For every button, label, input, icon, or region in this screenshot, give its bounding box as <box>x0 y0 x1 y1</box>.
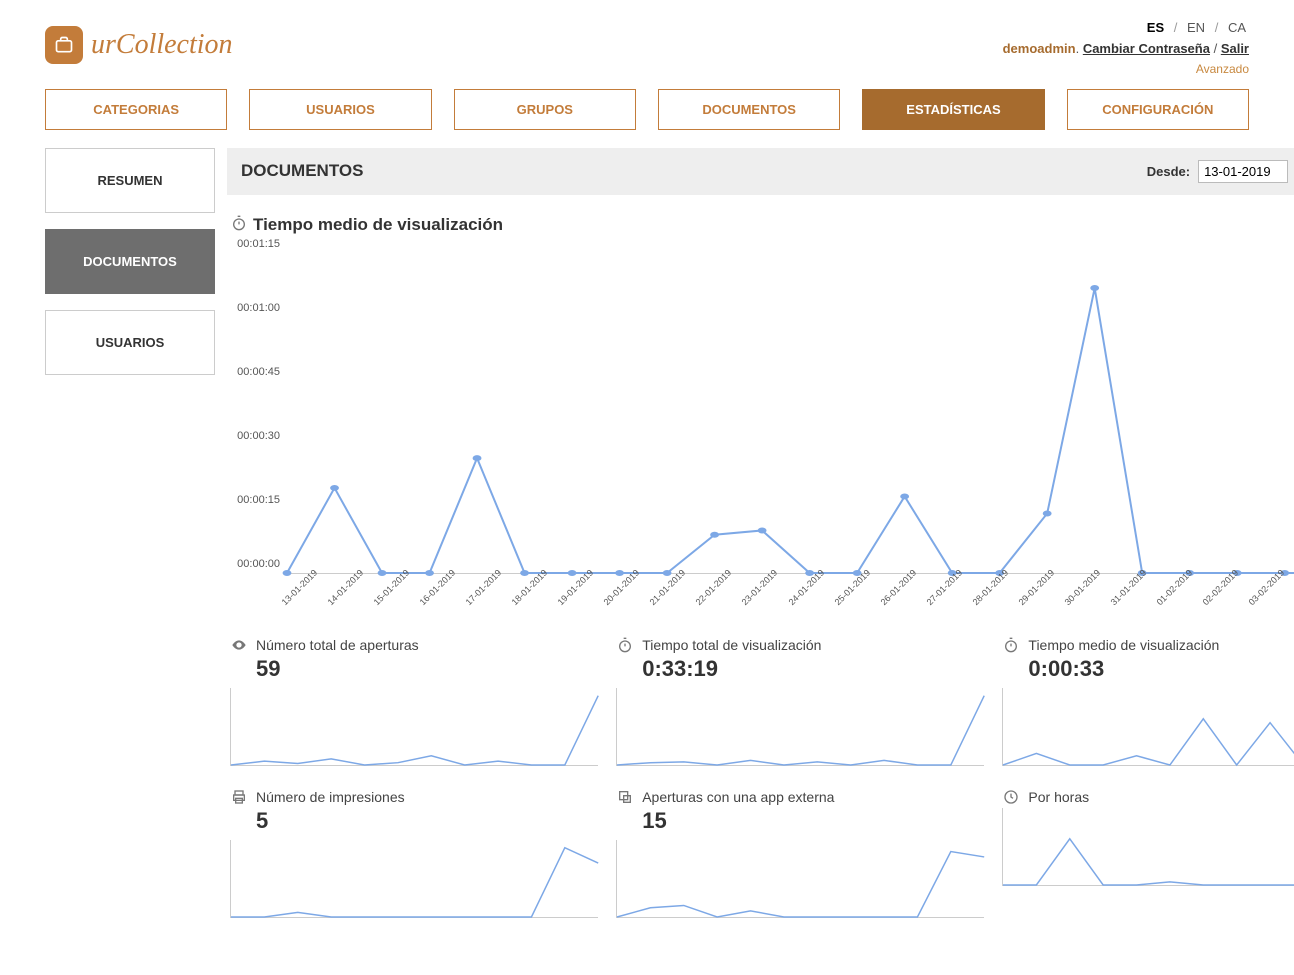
card-value: 5 <box>256 808 598 834</box>
filter-bar: DOCUMENTOS Desde: Hasta: HoraDíaSemanaMe… <box>227 148 1294 195</box>
tab-grupos[interactable]: GRUPOS <box>454 89 636 130</box>
stat-card-5[interactable]: Aperturas con una app externa 15 <box>613 783 987 923</box>
logo[interactable]: urCollection <box>45 26 233 64</box>
sparkline <box>616 840 984 918</box>
lang-es[interactable]: ES <box>1147 20 1164 35</box>
from-label: Desde: <box>1147 164 1190 179</box>
ytick: 00:01:00 <box>225 302 280 314</box>
ytick: 00:01:15 <box>225 238 280 250</box>
chart-area: 00:00:00 00:00:15 00:00:30 00:00:45 00:01:00… <box>227 244 1294 604</box>
sidebar: RESUMEN DOCUMENTOS USUARIOS <box>45 148 215 923</box>
external-icon <box>616 788 634 806</box>
x-axis: 13-01-201914-01-201915-01-201916-01-2019… <box>287 578 1294 618</box>
ytick: 00:00:00 <box>225 558 280 570</box>
stat-card-2[interactable]: Tiempo medio de visualización 0:00:33 <box>999 631 1294 771</box>
sparkline <box>1002 688 1294 766</box>
card-value: 0:33:19 <box>642 656 984 682</box>
card-title: Por horas <box>1028 789 1089 805</box>
change-password-link[interactable]: Cambiar Contraseña <box>1083 41 1210 56</box>
advanced-link[interactable]: Avanzado <box>1003 60 1249 79</box>
stopwatch-icon <box>231 215 247 236</box>
stat-cards: Número total de aperturas 59 Tiempo total … <box>227 631 1294 923</box>
xtick: 03-02-2019 <box>1247 567 1294 628</box>
stopwatch-icon <box>1002 636 1020 654</box>
sparkline <box>230 840 598 918</box>
lang-en[interactable]: EN <box>1187 20 1205 35</box>
card-title: Tiempo total de visualización <box>642 637 821 653</box>
briefcase-icon <box>45 26 83 64</box>
sparkline <box>230 688 598 766</box>
panel-title: DOCUMENTOS <box>241 161 1139 181</box>
main-nav: CATEGORIAS USUARIOS GRUPOS DOCUMENTOS ESTADÍ… <box>20 89 1274 130</box>
stat-card-0[interactable]: Número total de aperturas 59 <box>227 631 601 771</box>
stat-card-6[interactable]: Por horas <box>999 783 1294 923</box>
card-value: 0:00:33 <box>1028 656 1294 682</box>
card-value: 59 <box>256 656 598 682</box>
sidebar-item-usuarios[interactable]: USUARIOS <box>45 310 215 375</box>
lang-switch: ES / EN / CA <box>1003 18 1249 39</box>
chart-title: Tiempo medio de visualización <box>231 215 1294 236</box>
tab-documentos[interactable]: DOCUMENTOS <box>658 89 840 130</box>
card-title: Número total de aperturas <box>256 637 419 653</box>
tab-estadísticas[interactable]: ESTADÍSTICAS <box>862 89 1044 130</box>
logout-link[interactable]: Salir <box>1221 41 1249 56</box>
header-right: ES / EN / CA demoadmin. Cambiar Contrase… <box>1003 18 1249 79</box>
lang-ca[interactable]: CA <box>1228 20 1246 35</box>
clock-icon <box>1002 788 1020 806</box>
sidebar-item-resumen[interactable]: RESUMEN <box>45 148 215 213</box>
stat-card-4[interactable]: Número de impresiones 5 <box>227 783 601 923</box>
card-title: Número de impresiones <box>256 789 405 805</box>
stat-card-1[interactable]: Tiempo total de visualización 0:33:19 <box>613 631 987 771</box>
tab-usuarios[interactable]: USUARIOS <box>249 89 431 130</box>
sidebar-item-documentos[interactable]: DOCUMENTOS <box>45 229 215 294</box>
chart-plot <box>287 254 1294 574</box>
stopwatch-icon <box>616 636 634 654</box>
brand-name: urCollection <box>91 29 233 61</box>
ytick: 00:00:15 <box>225 494 280 506</box>
sparkline <box>616 688 984 766</box>
tab-categorias[interactable]: CATEGORIAS <box>45 89 227 130</box>
tab-configuración[interactable]: CONFIGURACIÓN <box>1067 89 1249 130</box>
y-axis: 00:00:0000:00:1500:00:3000:00:4500:01:00… <box>227 244 282 564</box>
eye-icon <box>230 636 248 654</box>
ytick: 00:00:30 <box>225 430 280 442</box>
card-value: 15 <box>642 808 984 834</box>
sparkline <box>1002 808 1294 886</box>
card-title: Aperturas con una app externa <box>642 789 834 805</box>
print-icon <box>230 788 248 806</box>
from-input[interactable] <box>1198 160 1288 183</box>
username: demoadmin <box>1003 41 1076 56</box>
card-title: Tiempo medio de visualización <box>1028 637 1219 653</box>
ytick: 00:00:45 <box>225 366 280 378</box>
